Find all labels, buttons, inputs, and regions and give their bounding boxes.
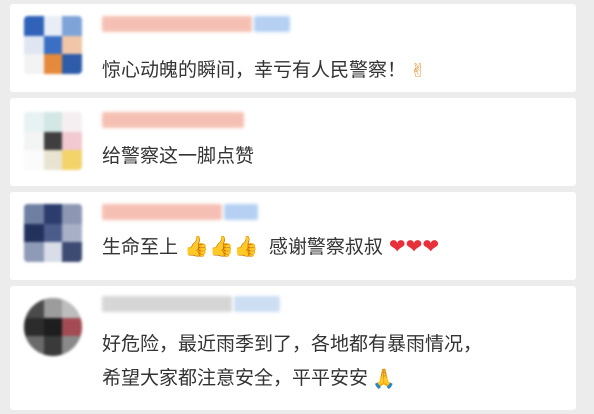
username-badge bbox=[254, 16, 290, 32]
victory-hand-icon: ✌ bbox=[410, 59, 426, 82]
comment-text: 给警察这一脚点赞 bbox=[102, 145, 255, 167]
username[interactable] bbox=[102, 296, 232, 312]
comment-card-2[interactable]: 给警察这一脚点赞 bbox=[10, 98, 576, 186]
avatar[interactable] bbox=[24, 298, 82, 356]
avatar[interactable] bbox=[24, 16, 82, 74]
comment-card-1[interactable]: 惊心动魄的瞬间，幸亏有人民警察！ ✌ bbox=[10, 4, 576, 92]
username[interactable] bbox=[102, 16, 252, 32]
thumbs-up-icon: 👍👍👍 bbox=[184, 234, 259, 258]
avatar[interactable] bbox=[24, 204, 82, 262]
username[interactable] bbox=[102, 204, 222, 220]
comment-text-line-1: 好危险，最近雨季到了，各地都有暴雨情况， bbox=[102, 333, 483, 355]
comment-card-4[interactable]: 好危险，最近雨季到了，各地都有暴雨情况， 希望大家都注意安全，平平安安 🙏 bbox=[10, 286, 576, 410]
comment-text-line-2: 希望大家都注意安全，平平安安 🙏 bbox=[102, 362, 396, 395]
heart-icon: ❤❤❤ bbox=[388, 234, 440, 258]
folded-hands-icon: 🙏 bbox=[372, 367, 396, 390]
username-badge bbox=[234, 296, 280, 312]
username-badge bbox=[224, 204, 258, 220]
username[interactable] bbox=[102, 112, 244, 128]
comment-card-3[interactable]: 生命至上 👍👍👍 感谢警察叔叔 ❤❤❤ bbox=[10, 192, 576, 280]
comment-text: 惊心动魄的瞬间，幸亏有人民警察！ ✌ bbox=[102, 54, 426, 87]
avatar[interactable] bbox=[24, 112, 82, 170]
comment-text: 生命至上 👍👍👍 感谢警察叔叔 ❤❤❤ bbox=[102, 234, 440, 258]
comment-feed: 惊心动魄的瞬间，幸亏有人民警察！ ✌ 给警察这一脚点赞 生命至上 👍👍👍 感谢警… bbox=[0, 0, 594, 414]
